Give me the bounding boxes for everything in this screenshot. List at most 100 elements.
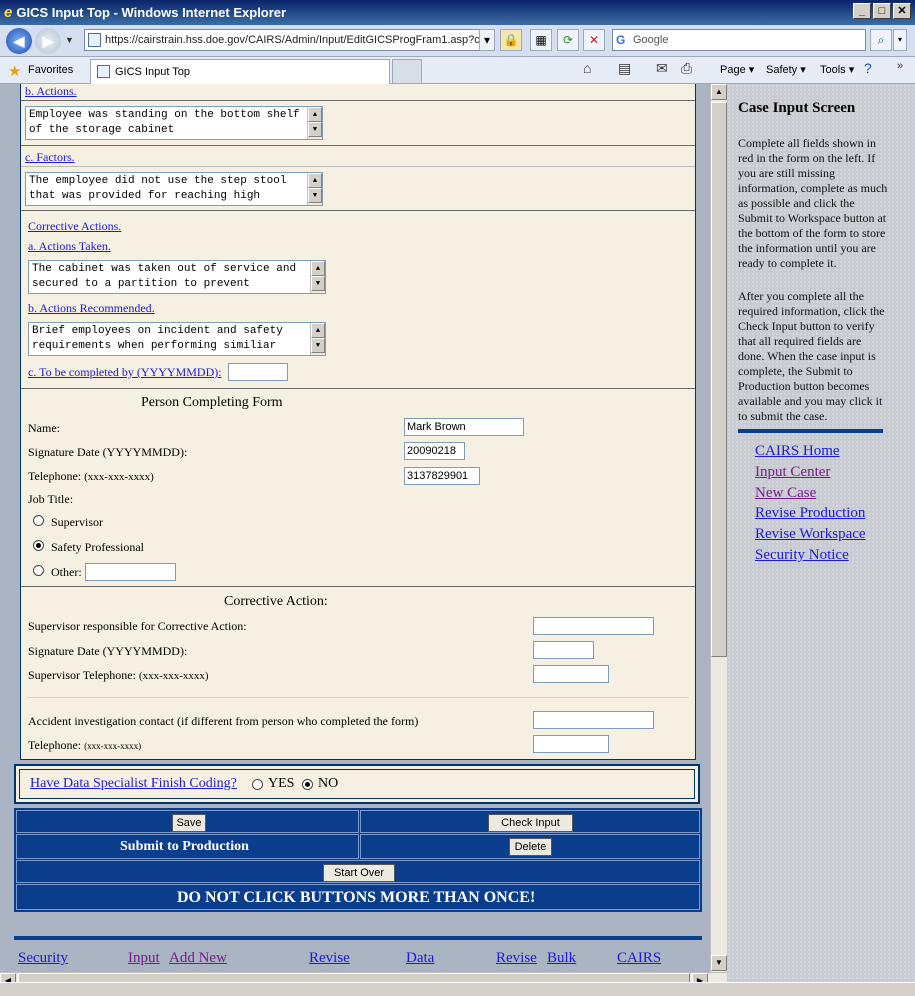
scroll-up-icon[interactable]: ▲	[308, 173, 322, 188]
lock-icon[interactable]: 🔒	[500, 29, 522, 51]
corrective-actions-link[interactable]: Corrective Actions.	[28, 219, 121, 234]
radio-other[interactable]	[33, 565, 44, 576]
scroll-up-icon[interactable]: ▲	[311, 323, 325, 338]
maximize-button[interactable]: □	[873, 3, 891, 19]
refresh-icon[interactable]: ⟳	[557, 29, 579, 51]
textarea-scrollbar[interactable]: ▲ ▼	[307, 107, 322, 139]
sidebar-link-revise-production[interactable]: Revise Production	[755, 505, 865, 522]
other-input[interactable]	[85, 563, 176, 581]
divider	[21, 166, 695, 167]
print-icon[interactable]: ⎙	[681, 60, 692, 77]
factors-link[interactable]: c. Factors.	[25, 150, 75, 165]
sidebar-link-new-case[interactable]: New Case	[755, 485, 816, 502]
help-icon[interactable]: ?	[864, 60, 872, 76]
textarea-scrollbar[interactable]: ▲ ▼	[310, 323, 325, 355]
coding-no-radio[interactable]	[302, 779, 313, 790]
stop-icon[interactable]: ✕	[583, 29, 605, 51]
radio-other-label: Other:	[51, 565, 82, 579]
footer-link-data[interactable]: Data	[406, 950, 434, 967]
footer-link-bulk[interactable]: Bulk	[547, 950, 576, 967]
contact-input[interactable]	[533, 711, 654, 729]
form-panel: b. Actions. Employee was standing on the…	[20, 84, 696, 760]
textarea-scrollbar[interactable]: ▲ ▼	[310, 261, 325, 293]
ca-phone-input[interactable]	[533, 665, 609, 683]
actions-taken-textarea[interactable]: The cabinet was taken out of service and…	[28, 260, 326, 294]
ca-supervisor-input[interactable]	[533, 617, 654, 635]
scroll-thumb[interactable]	[711, 102, 727, 657]
overflow-chevron-icon[interactable]: »	[897, 60, 903, 72]
scroll-down-icon[interactable]: ▼	[308, 188, 322, 203]
btn-cell: Delete	[360, 834, 700, 859]
save-button[interactable]: Save	[172, 814, 206, 832]
sidebar-link-cairs-home[interactable]: CAIRS Home	[755, 443, 840, 460]
back-button[interactable]: ◀	[6, 28, 32, 54]
footer-link-input[interactable]: Input	[128, 950, 160, 967]
delete-button[interactable]: Delete	[509, 838, 552, 856]
search-icon[interactable]: ⌕	[870, 29, 892, 51]
complete-by-link[interactable]: c. To be completed by (YYYYMMDD):	[28, 365, 222, 380]
scroll-up-icon[interactable]: ▲	[311, 261, 325, 276]
page-menu-label: Page	[720, 64, 746, 76]
search-input[interactable]: G Google	[612, 29, 866, 51]
actions-recommended-textarea[interactable]: Brief employees on incident and safety r…	[28, 322, 326, 356]
footer-link-add-new[interactable]: Add New	[169, 950, 227, 967]
footer-link-revise-2[interactable]: Revise	[496, 950, 537, 967]
radio-supervisor[interactable]	[33, 515, 44, 526]
left-frame-horizontal-scrollbar[interactable]: ◀ ▶	[0, 972, 727, 982]
scroll-down-icon[interactable]: ▼	[311, 338, 325, 353]
actions-recommended-link[interactable]: b. Actions Recommended.	[28, 301, 155, 316]
name-input[interactable]: Mark Brown	[404, 418, 524, 436]
sidebar-link-revise-workspace[interactable]: Revise Workspace	[755, 526, 866, 543]
scroll-down-icon[interactable]: ▼	[308, 122, 322, 137]
new-tab-button[interactable]	[392, 59, 422, 84]
favorites-star-icon[interactable]: ★	[8, 62, 21, 80]
scroll-right-icon[interactable]: ▶	[692, 973, 708, 982]
history-dropdown-icon[interactable]: ▼	[65, 35, 74, 45]
actions-textarea[interactable]: Employee was standing on the bottom shel…	[25, 106, 323, 140]
search-options-icon[interactable]: ▾	[893, 29, 907, 51]
url-input[interactable]: https://cairstrain.hss.doe.gov/CAIRS/Adm…	[84, 29, 494, 51]
contact-phone-input[interactable]	[533, 735, 609, 753]
complete-by-input[interactable]	[228, 363, 288, 381]
footer-link-revise-1[interactable]: Revise	[309, 950, 350, 967]
scroll-up-icon[interactable]: ▲	[711, 84, 727, 100]
mail-icon[interactable]: ✉	[656, 60, 668, 77]
left-frame-vertical-scrollbar[interactable]: ▲ ▼	[710, 84, 727, 982]
textarea-scrollbar[interactable]: ▲ ▼	[307, 173, 322, 205]
footer-link-cairs[interactable]: CAIRS	[617, 950, 661, 967]
sidebar-rule	[738, 429, 883, 433]
start-over-button[interactable]: Start Over	[323, 864, 395, 882]
safety-menu[interactable]: Safety ▾	[766, 63, 806, 76]
coding-yes-radio[interactable]	[252, 779, 263, 790]
home-icon[interactable]: ⌂	[583, 60, 591, 76]
scroll-down-icon[interactable]: ▼	[311, 276, 325, 291]
factors-textarea[interactable]: The employee did not use the step stool …	[25, 172, 323, 206]
telephone-input[interactable]: 3137829901	[404, 467, 480, 485]
compatibility-icon[interactable]: ▦	[530, 29, 552, 51]
url-dropdown-icon[interactable]: ▾	[479, 29, 495, 51]
sidebar-link-security-notice[interactable]: Security Notice	[755, 547, 849, 564]
tools-menu[interactable]: Tools ▾	[820, 63, 854, 76]
page-menu[interactable]: Page ▾	[720, 63, 754, 76]
favorites-button[interactable]: Favorites	[28, 64, 73, 76]
coding-question-link[interactable]: Have Data Specialist Finish Coding?	[30, 776, 237, 792]
footer-link-security[interactable]: Security	[18, 950, 68, 967]
ca-sigdate-input[interactable]	[533, 641, 594, 659]
radio-safety-professional[interactable]	[33, 540, 44, 551]
sigdate-input[interactable]: 20090218	[404, 442, 465, 460]
minimize-button[interactable]: _	[853, 3, 871, 19]
telephone-label: Telephone: (xxx-xxx-xxxx)	[28, 469, 154, 484]
close-window-button[interactable]: ✕	[893, 3, 911, 19]
ie-logo-icon: e	[4, 4, 13, 21]
actions-link[interactable]: b. Actions.	[25, 84, 77, 99]
scroll-thumb[interactable]	[18, 973, 690, 982]
browser-tab[interactable]: GICS Input Top	[90, 59, 390, 84]
scroll-left-icon[interactable]: ◀	[0, 973, 16, 982]
scroll-down-icon[interactable]: ▼	[711, 955, 727, 971]
forward-button[interactable]: ▶	[35, 28, 61, 54]
sidebar-link-input-center[interactable]: Input Center	[755, 464, 830, 481]
actions-taken-link[interactable]: a. Actions Taken.	[28, 239, 111, 254]
check-input-button[interactable]: Check Input	[488, 814, 573, 832]
feeds-icon[interactable]: ▤	[618, 60, 631, 77]
scroll-up-icon[interactable]: ▲	[308, 107, 322, 122]
